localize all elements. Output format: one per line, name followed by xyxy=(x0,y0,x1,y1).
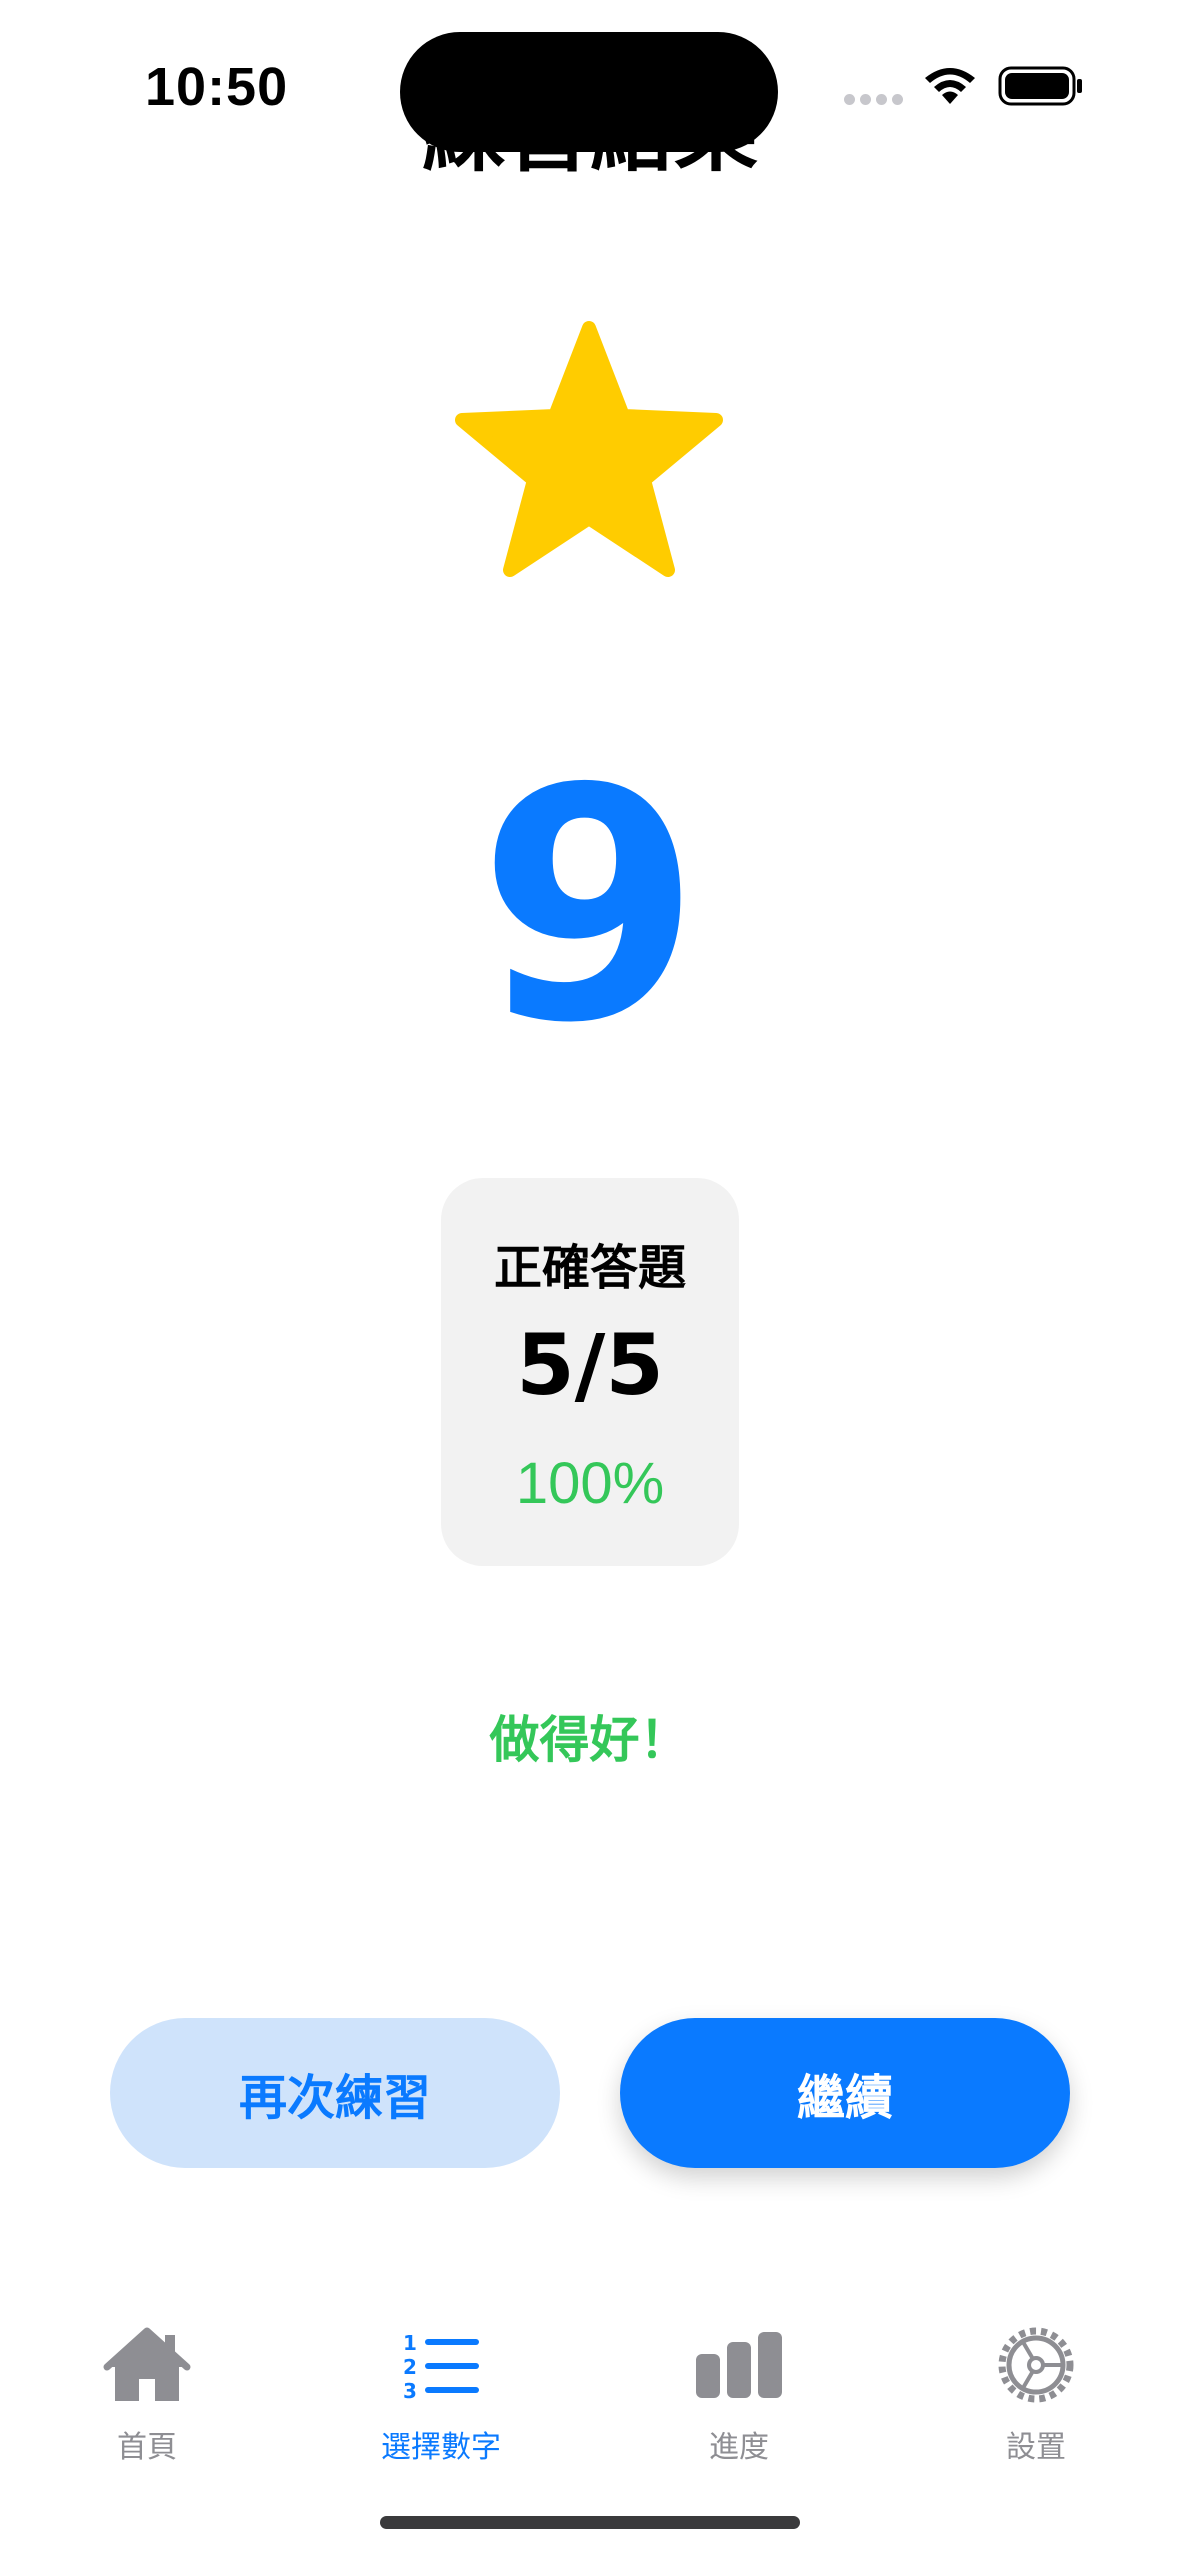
gear-icon xyxy=(916,2320,1156,2410)
target-number: 9 xyxy=(478,721,701,1093)
score-value: 5/5 xyxy=(516,1316,664,1414)
tab-choose-number-label: 選擇數字 xyxy=(381,2430,501,2465)
practice-again-button[interactable]: 再次練習 xyxy=(110,2018,560,2168)
tab-progress-label: 進度 xyxy=(709,2430,769,2465)
tab-progress[interactable]: 進度 xyxy=(619,2320,859,2480)
svg-text:1: 1 xyxy=(403,2331,417,2355)
continue-button[interactable]: 繼續 xyxy=(620,2018,1070,2168)
tab-settings-label: 設置 xyxy=(1006,2430,1066,2465)
numbered-list-icon: 1 2 3 xyxy=(321,2320,561,2410)
svg-text:3: 3 xyxy=(403,2379,417,2400)
score-card: 正確答題 5/5 100% xyxy=(441,1178,739,1566)
cellular-signal-icon xyxy=(844,94,903,105)
practice-again-label: 再次練習 xyxy=(238,2070,431,2126)
continue-label: 繼續 xyxy=(796,2070,893,2126)
results-screen: 10:50 練習結果 9 正確答題 5/5 100% 做得好！ 再次練習 繼續 xyxy=(0,0,1179,2556)
dynamic-island xyxy=(400,32,778,152)
star-icon xyxy=(455,321,723,577)
wifi-icon xyxy=(925,68,975,104)
battery-icon xyxy=(998,66,1082,106)
score-percent: 100% xyxy=(515,1451,665,1516)
house-icon xyxy=(27,2320,267,2410)
tab-home-label: 首頁 xyxy=(117,2430,177,2465)
status-time: 10:50 xyxy=(145,57,289,117)
bar-chart-icon xyxy=(619,2320,859,2410)
tab-home[interactable]: 首頁 xyxy=(27,2320,267,2480)
tab-choose-number[interactable]: 1 2 3 選擇數字 xyxy=(321,2320,561,2480)
svg-text:2: 2 xyxy=(403,2355,417,2379)
correct-answers-label: 正確答題 xyxy=(493,1240,686,1296)
tab-settings[interactable]: 設置 xyxy=(916,2320,1156,2480)
home-indicator[interactable] xyxy=(380,2516,800,2529)
feedback-message: 做得好！ xyxy=(489,1711,690,1769)
